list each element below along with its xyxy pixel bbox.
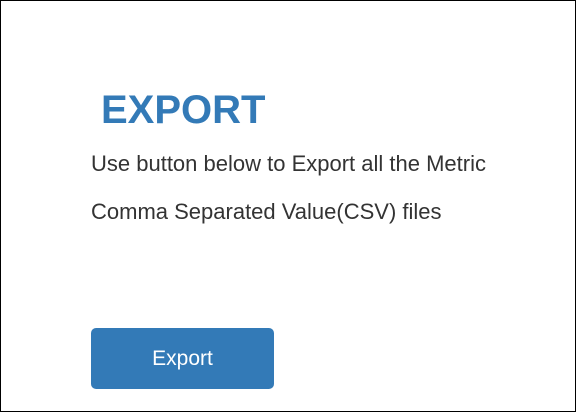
export-button[interactable]: Export <box>91 328 274 389</box>
export-title: EXPORT <box>101 88 266 132</box>
export-description: Use button below to Export all the Metri… <box>91 151 486 224</box>
export-dialog: EXPORT Use button below to Export all th… <box>0 0 576 412</box>
export-panel: EXPORT Use button below to Export all th… <box>91 86 561 389</box>
